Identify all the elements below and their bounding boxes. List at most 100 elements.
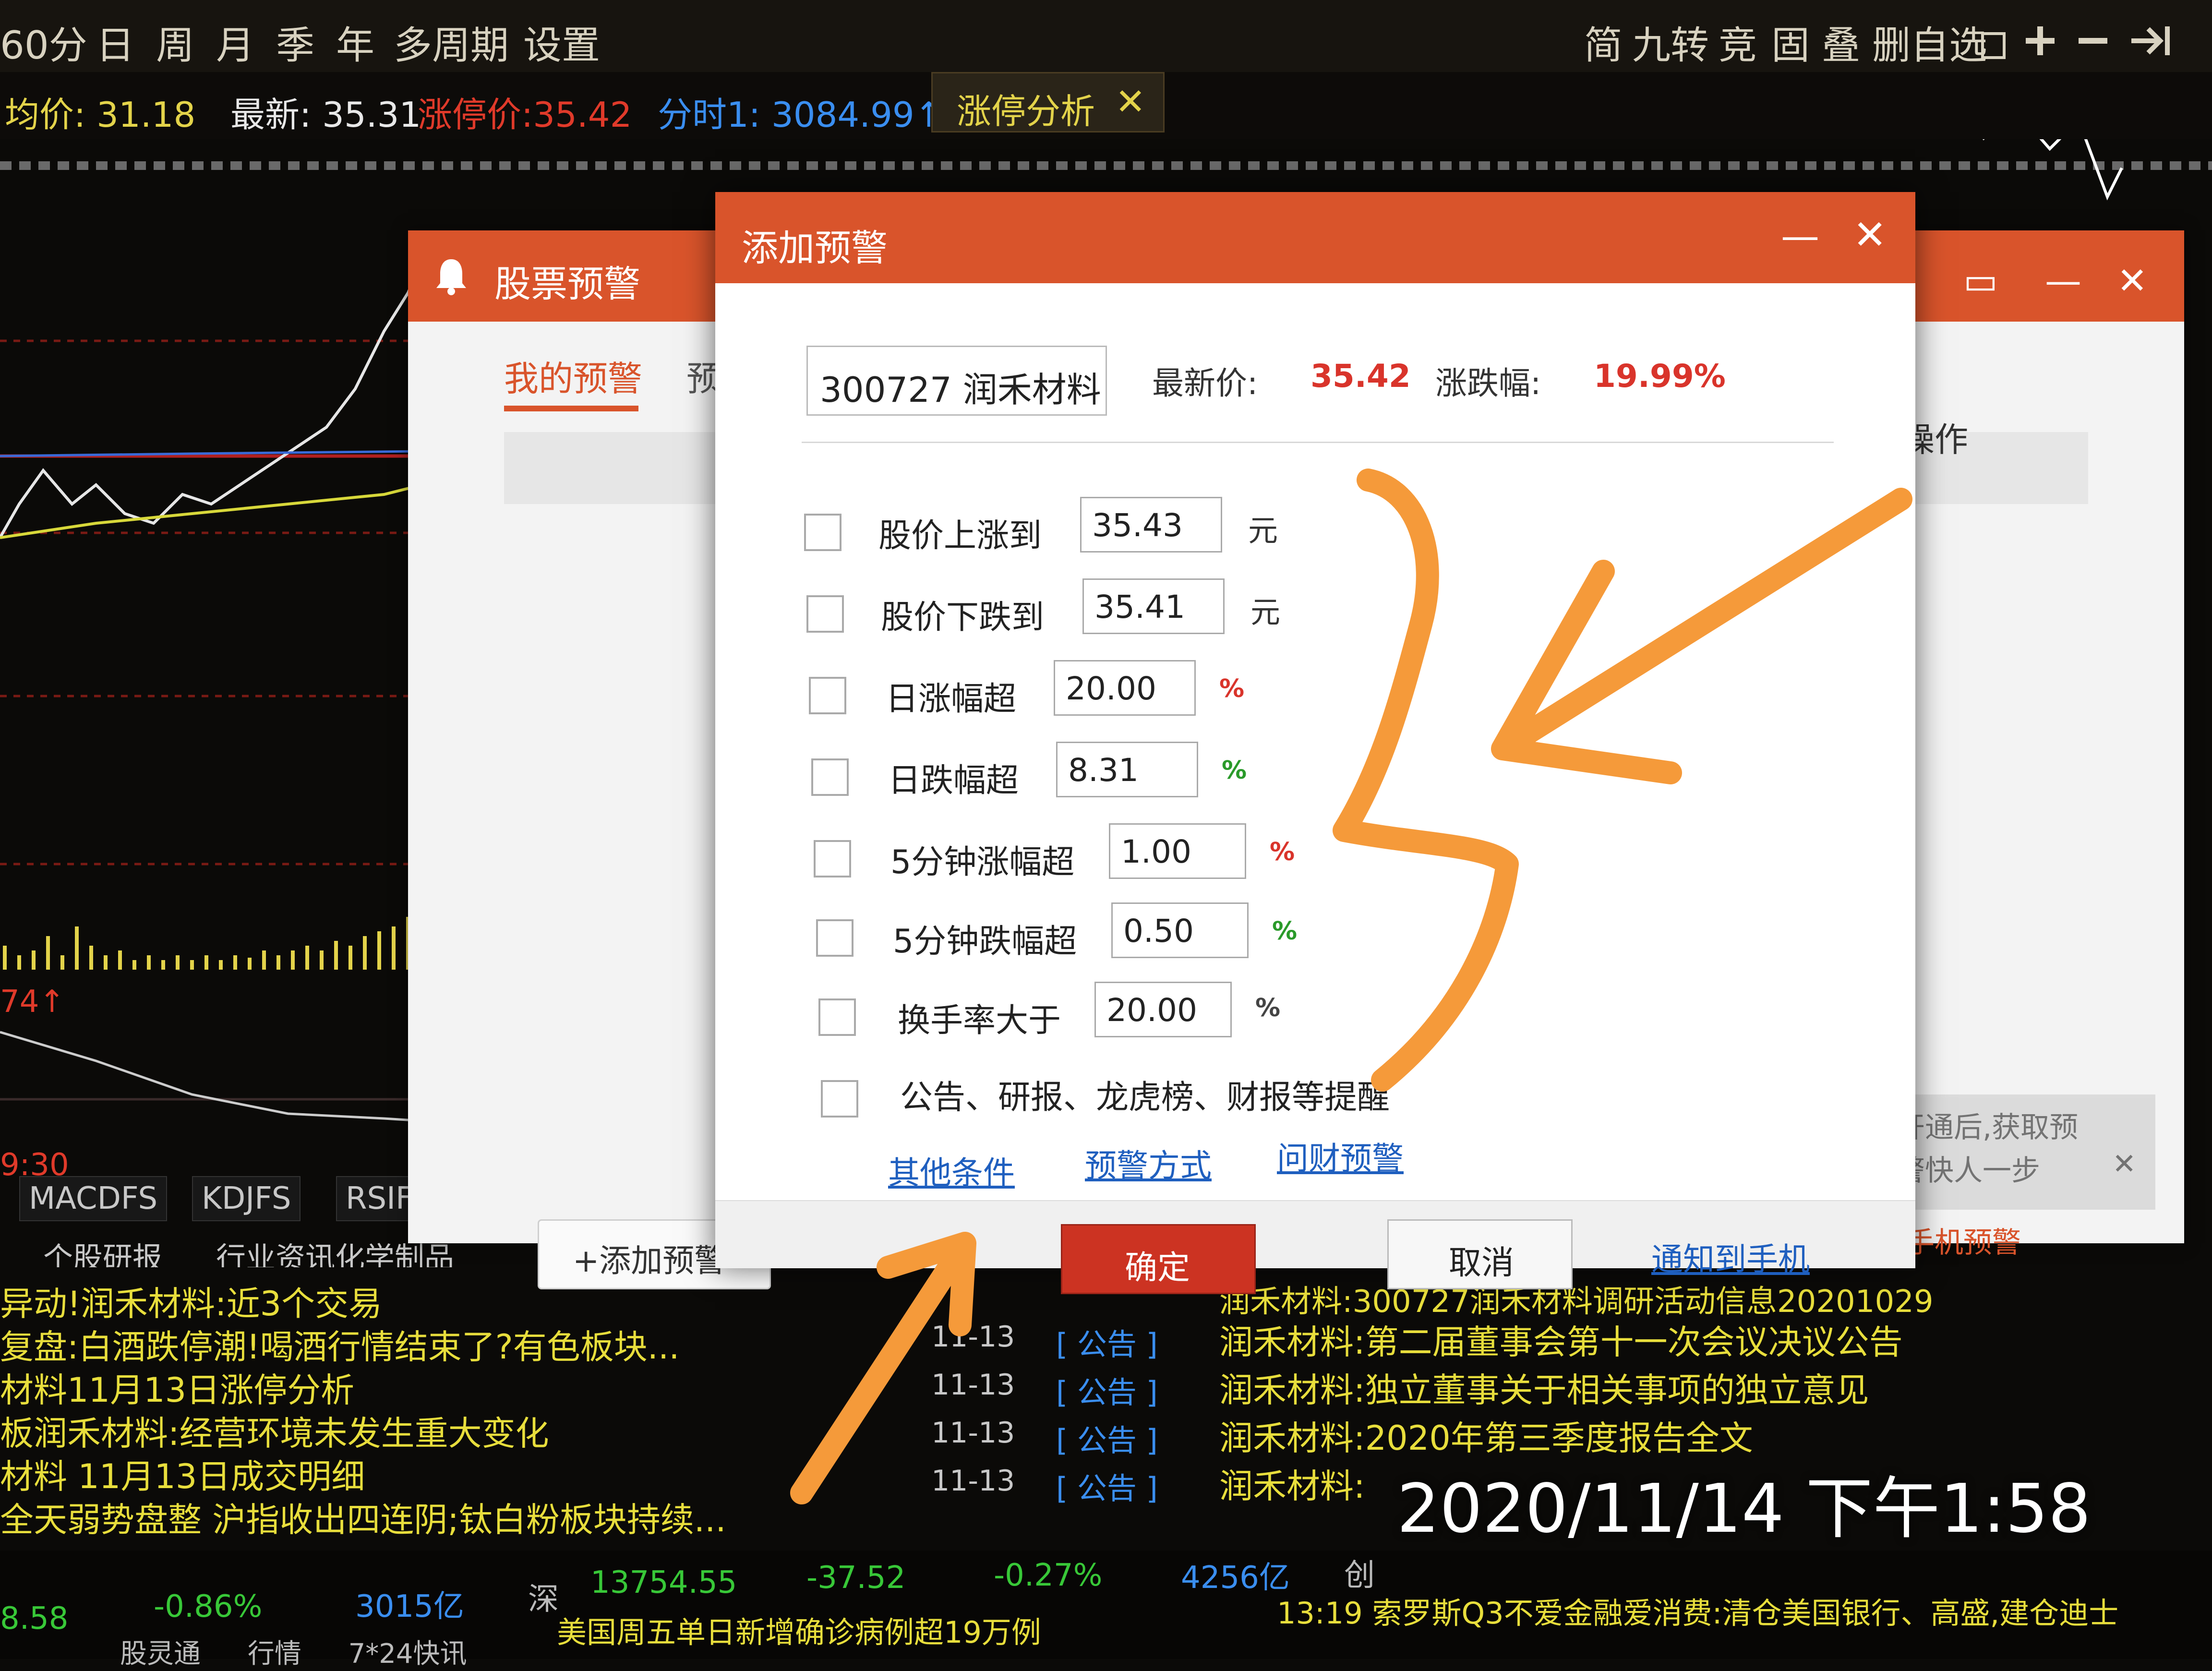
bell-icon	[436, 259, 466, 295]
price-down-value: 35.41	[1094, 589, 1185, 625]
phone-alert-link[interactable]: 手机预警	[1906, 1219, 2021, 1261]
confirm-button[interactable]: 确定	[1061, 1224, 1256, 1294]
turnover-input[interactable]: 20.00	[1094, 982, 1232, 1037]
period-60min[interactable]: 60分	[0, 14, 87, 70]
window-tools-icons[interactable]	[1978, 19, 2199, 62]
news-date: 11-13	[931, 1464, 1015, 1498]
close-icon[interactable]: ✕	[1853, 211, 1887, 258]
stock-input-value: 300727 润禾材料	[820, 370, 1101, 410]
intraday-index: 分时1: 3084.99↑	[658, 95, 944, 135]
bottom-tab[interactable]: 股灵通 行情 7*24快讯	[0, 1632, 467, 1671]
sz-index-amount: 4256亿	[1181, 1560, 1290, 1596]
cancel-label: 取消	[1449, 1244, 1515, 1282]
tool-overlay[interactable]: 叠	[1822, 14, 1860, 70]
sh-index-value: 8.58	[0, 1601, 69, 1636]
latest-price: 最新: 35.31	[230, 95, 421, 135]
divider	[802, 442, 1834, 443]
checkbox-day-fall[interactable]	[811, 758, 849, 796]
news-title[interactable]: 润禾材料:独立董事关于相关事项的独立意见	[1219, 1363, 1869, 1412]
checkbox-day-rise[interactable]	[809, 677, 846, 714]
tool-delete-watchlist[interactable]: 删自选	[1872, 14, 1987, 70]
period-week[interactable]: 周	[156, 14, 194, 70]
checkbox-price-up[interactable]	[804, 514, 842, 551]
minimize-icon[interactable]: —	[2045, 259, 2081, 302]
price-up-input[interactable]: 35.43	[1080, 497, 1222, 553]
unit-percent: %	[1222, 756, 1247, 785]
index-status-bar: 8.58 -0.86% 3015亿 深 13754.55 -37.52 -0.2…	[0, 1551, 2212, 1670]
stock-alert-title: 股票预警	[494, 263, 640, 305]
cancel-button[interactable]: 取消	[1387, 1219, 1573, 1289]
price-down-input[interactable]: 35.41	[1082, 578, 1225, 634]
other-conditions-link[interactable]: 其他条件	[888, 1147, 1015, 1193]
photo-timestamp: 2020/11/14 下午1:58	[1397, 1470, 2091, 1548]
unit-percent: %	[1219, 674, 1245, 703]
sh-index-amount: 3015亿	[355, 1589, 464, 1624]
day-fall-input[interactable]: 8.31	[1056, 742, 1198, 797]
tab-macd[interactable]: MACDFS	[19, 1176, 168, 1221]
tool-jiuzhuan[interactable]: 九转	[1632, 14, 1709, 70]
tab-my-alerts[interactable]: 我的预警	[504, 350, 642, 401]
unit-percent: %	[1270, 838, 1295, 866]
checkbox-price-down[interactable]	[806, 595, 844, 633]
period-year[interactable]: 年	[336, 14, 374, 70]
day-rise-value: 20.00	[1066, 670, 1156, 707]
stock-input[interactable]: 300727 润禾材料	[806, 346, 1107, 416]
promo-line: 开通后,获取预	[1896, 1111, 2079, 1144]
tab-kdj[interactable]: KDJFS	[192, 1176, 301, 1221]
row-label: 日跌幅超	[888, 762, 1019, 800]
alert-method-link[interactable]: 预警方式	[1085, 1140, 1212, 1186]
period-season[interactable]: 季	[276, 14, 314, 70]
tab-limit-up-analysis[interactable]: 涨停分析 ✕	[931, 72, 1165, 132]
5min-fall-input[interactable]: 0.50	[1111, 902, 1249, 958]
5min-fall-value: 0.50	[1123, 913, 1194, 950]
chat-icon[interactable]: ▭	[1963, 259, 1998, 302]
promo-banner[interactable]: 开通后,获取预 警快人一步 ✕	[1887, 1094, 2155, 1210]
add-alert-title: 添加预警	[742, 227, 888, 269]
tab-close-icon[interactable]: ✕	[1115, 80, 1146, 123]
latest-price-value: 35.42	[1310, 358, 1411, 395]
checkbox-turnover[interactable]	[818, 998, 856, 1036]
checkbox-notice[interactable]	[821, 1080, 858, 1118]
row-label: 5分钟涨幅超	[890, 843, 1075, 881]
change-pct-value: 19.99%	[1594, 358, 1726, 395]
day-fall-value: 8.31	[1068, 752, 1139, 789]
close-icon[interactable]: ✕	[2117, 259, 2148, 302]
news-title[interactable]: 润禾材料:300727润禾材料调研活动信息20201029	[1219, 1277, 1934, 1321]
news-tag[interactable]: [ 公告 ]	[1056, 1368, 1158, 1411]
period-day[interactable]: 日	[96, 14, 134, 70]
news-title[interactable]: 润禾材料:2020年第三季度报告全文	[1219, 1411, 1753, 1460]
unit-yuan: 元	[1250, 595, 1281, 630]
tab-market[interactable]: 行情	[248, 1638, 301, 1670]
period-month[interactable]: 月	[216, 14, 254, 70]
5min-rise-input[interactable]: 1.00	[1109, 823, 1246, 879]
5min-rise-value: 1.00	[1121, 833, 1191, 870]
notify-phone-link[interactable]: 通知到手机	[1651, 1234, 1810, 1280]
tool-jing[interactable]: 竞	[1719, 14, 1757, 70]
checkbox-5min-fall[interactable]	[816, 919, 854, 957]
sz-index-value: 13754.55	[590, 1565, 737, 1600]
news-date: 11-13	[931, 1368, 1015, 1402]
bottom-news[interactable]: 美国周五单日新增确诊病例超19万例	[557, 1608, 1041, 1651]
tool-fixed[interactable]: 固	[1771, 14, 1810, 70]
ticker-news[interactable]: 13:19 索罗斯Q3不爱金融爱消费:清仓美国银行、高盛,建仓迪士	[1277, 1589, 2118, 1632]
news-tag[interactable]: [ 公告 ]	[1056, 1464, 1158, 1507]
news-title[interactable]: 润禾材料:第二届董事会第十一次会议决议公告	[1219, 1315, 1903, 1364]
settings-menu[interactable]: 设置	[523, 14, 600, 70]
news-date: 11-13	[931, 1416, 1015, 1450]
news-tag[interactable]: [ 公告 ]	[1056, 1320, 1158, 1363]
period-multi[interactable]: 多周期	[394, 14, 509, 70]
promo-line: 警快人一步	[1896, 1154, 2040, 1188]
promo-close-icon[interactable]: ✕	[2112, 1147, 2136, 1181]
volume-label: 74↑	[0, 984, 65, 1020]
add-alert-label: +添加预警	[573, 1242, 726, 1279]
tab-7x24-news[interactable]: 7*24快讯	[349, 1638, 467, 1670]
turnover-value: 20.00	[1106, 992, 1197, 1029]
day-rise-input[interactable]: 20.00	[1054, 660, 1196, 716]
wencai-alert-link[interactable]: 问财预警	[1277, 1133, 1404, 1179]
minimize-icon[interactable]: —	[1781, 214, 1819, 258]
news-title[interactable]: 润禾材料:	[1219, 1459, 1365, 1508]
news-tag[interactable]: [ 公告 ]	[1056, 1416, 1158, 1459]
tab-gulingtong[interactable]: 股灵通	[120, 1638, 201, 1670]
checkbox-5min-rise[interactable]	[814, 840, 851, 878]
tool-simple[interactable]: 简	[1584, 14, 1623, 70]
